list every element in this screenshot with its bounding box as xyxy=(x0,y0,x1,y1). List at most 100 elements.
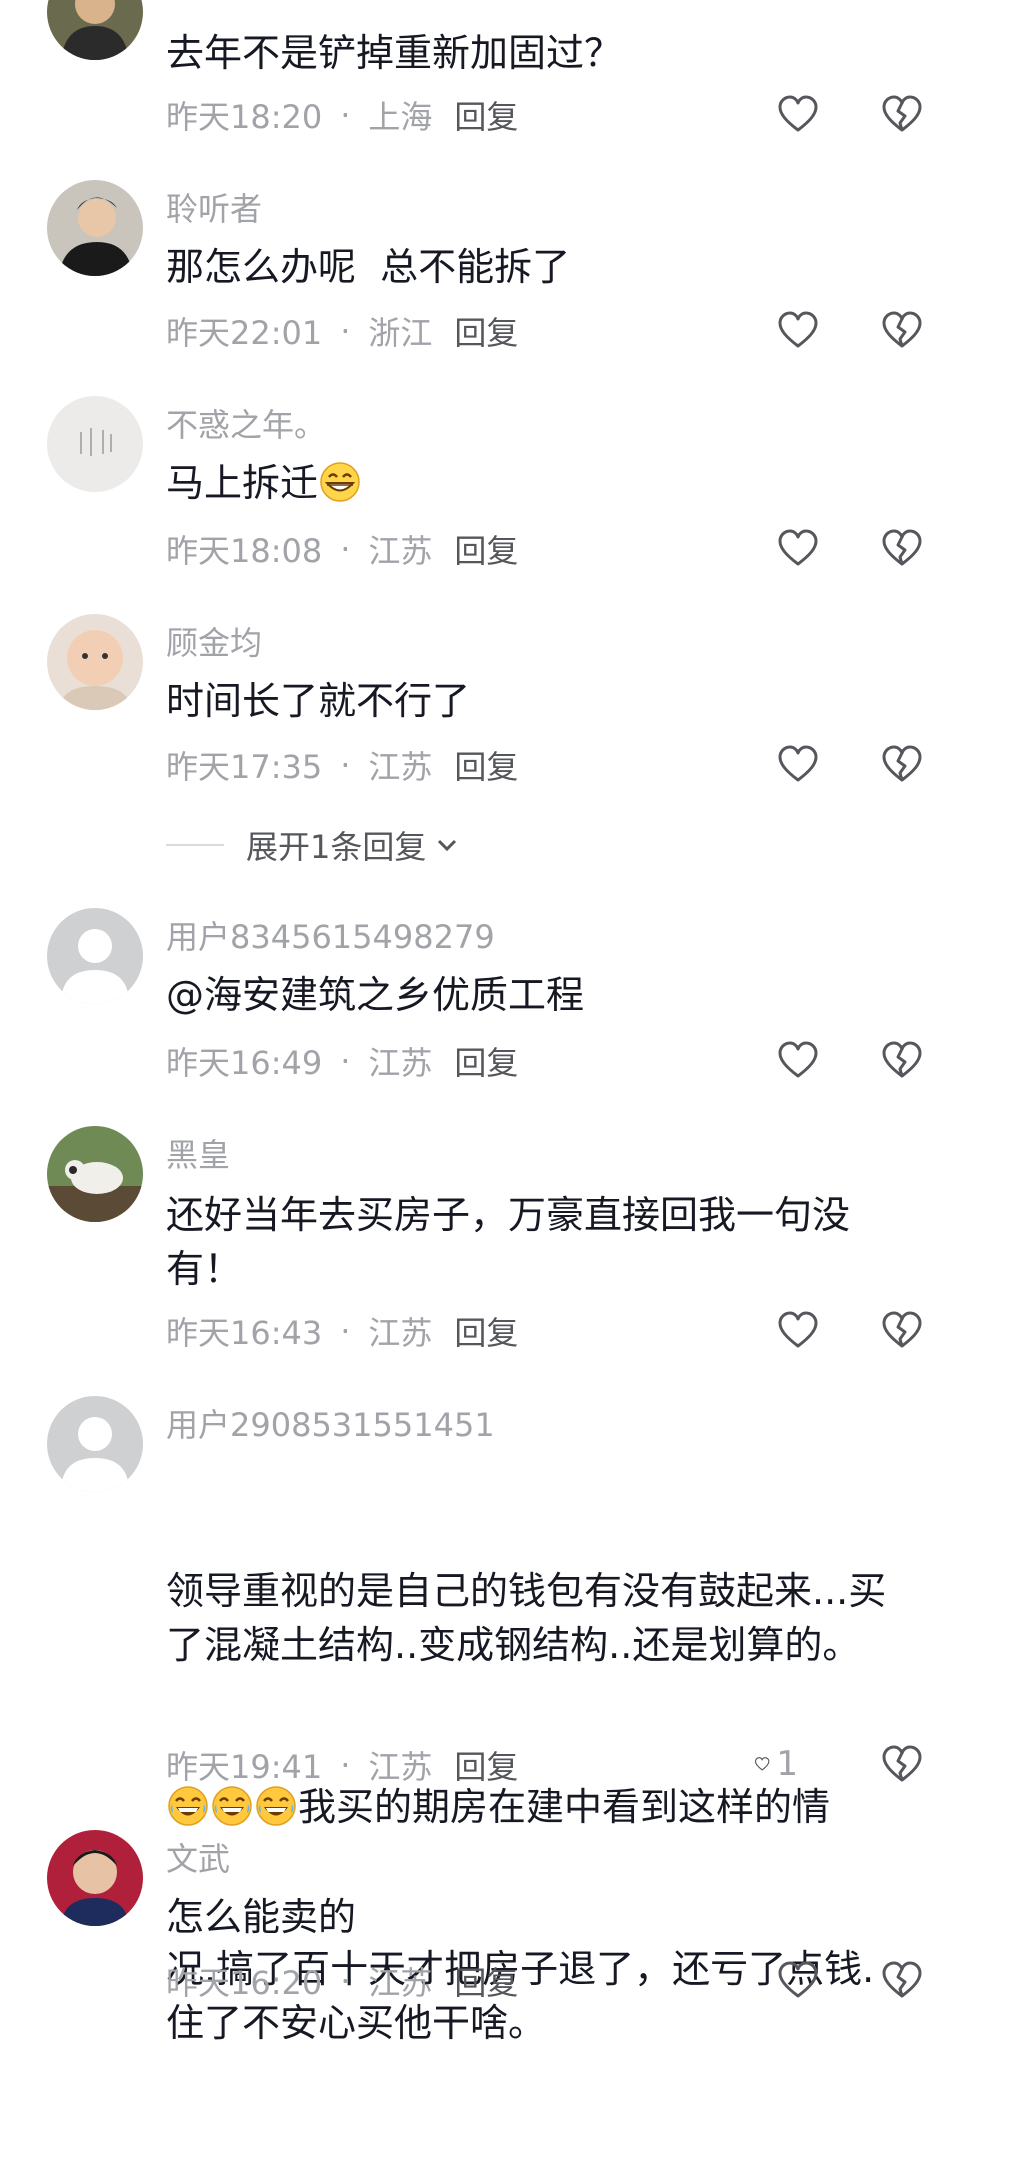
comment-location: 江苏 xyxy=(368,748,433,786)
broken-heart-icon xyxy=(880,1308,924,1352)
separator: · xyxy=(340,96,351,134)
like-button[interactable] xyxy=(776,1038,820,1082)
reply-button[interactable]: 回复 xyxy=(454,1958,518,2004)
comment-username[interactable]: 不惑之年。 xyxy=(166,400,326,446)
comment-location: 上海 xyxy=(368,98,433,136)
reply-button[interactable]: 回复 xyxy=(454,308,518,354)
reply-button[interactable]: 回复 xyxy=(454,526,518,572)
avatar[interactable] xyxy=(47,180,143,276)
comment-text-inline: 我买的期房在建中看到这样的情 xyxy=(298,1785,831,1829)
expand-replies-button[interactable]: 展开1条回复 xyxy=(166,822,462,868)
comment-location: 江苏 xyxy=(368,1748,433,1786)
broken-heart-icon xyxy=(880,308,924,352)
chevron-down-icon xyxy=(438,839,457,852)
broken-heart-icon xyxy=(880,1958,924,2002)
reply-button[interactable]: 回复 xyxy=(454,1742,518,1788)
comment-meta: 昨天22:01 · 浙江 回复 xyxy=(166,308,518,354)
dislike-button[interactable] xyxy=(880,526,924,570)
heart-outline-icon xyxy=(776,1958,820,2002)
heart-outline-icon xyxy=(776,742,820,786)
comment-text: 去年不是铲掉重新加固过？ xyxy=(166,31,623,75)
comment-username[interactable]: 聆听者 xyxy=(166,184,262,230)
comment-meta: 昨天18:08 · 江苏 回复 xyxy=(166,526,518,572)
avatar[interactable] xyxy=(47,1126,143,1222)
comment-meta: 昨天16:49 · 江苏 回复 xyxy=(166,1038,518,1084)
dislike-button[interactable] xyxy=(880,1958,924,2002)
comment-time: 昨天19:41 xyxy=(166,1748,323,1786)
comment-text: @海安建筑之乡优质工程 xyxy=(166,973,585,1017)
comment-text: 领导重视的是自己的钱包有没有鼓起来...买 了混凝土结构..变成钢结构..还是划… xyxy=(166,1456,906,2158)
laugh-cry-emoji-icon xyxy=(210,1784,254,1828)
comment-time: 昨天18:08 xyxy=(166,532,323,570)
comment-username[interactable]: 顾金均 xyxy=(166,618,262,664)
comment-username[interactable]: 用户8345615498279 xyxy=(166,912,495,958)
avatar[interactable] xyxy=(47,908,143,1004)
comment-text: 怎么能卖的 xyxy=(166,1895,357,1939)
like-button[interactable] xyxy=(776,742,820,786)
reply-button[interactable]: 回复 xyxy=(454,1308,518,1354)
like-button[interactable]: 1 xyxy=(754,1742,798,1786)
broken-heart-icon xyxy=(880,1742,924,1786)
comment-text-part2: 我买的期房在建中看到这样的情 xyxy=(166,1780,906,1834)
comment-time: 昨天16:43 xyxy=(166,1314,323,1352)
comment-text: 那怎么办呢 总不能拆了 xyxy=(166,245,571,289)
heart-outline-icon xyxy=(776,92,820,136)
dislike-button[interactable] xyxy=(880,308,924,352)
comment-time: 昨天18:20 xyxy=(166,98,323,136)
dislike-button[interactable] xyxy=(880,1742,924,1786)
like-button[interactable] xyxy=(776,1958,820,2002)
avatar[interactable] xyxy=(47,0,143,60)
avatar[interactable] xyxy=(47,614,143,710)
like-button[interactable] xyxy=(776,308,820,352)
separator: · xyxy=(340,1962,351,2000)
heart-outline-icon xyxy=(776,1038,820,1082)
comment-meta: 昨天16:43 · 江苏 回复 xyxy=(166,1308,518,1354)
avatar[interactable] xyxy=(47,1830,143,1926)
heart-outline-icon xyxy=(776,526,820,570)
comment-username[interactable]: 黑皇 xyxy=(166,1130,230,1176)
comment-location: 江苏 xyxy=(368,1964,433,2002)
separator: · xyxy=(340,530,351,568)
laugh-cry-emoji-icon xyxy=(254,1784,298,1828)
comment-meta: 昨天18:20 · 上海 回复 xyxy=(166,92,518,138)
comment-meta: 昨天17:35 · 江苏 回复 xyxy=(166,742,518,788)
like-button[interactable] xyxy=(776,526,820,570)
broken-heart-icon xyxy=(880,742,924,786)
like-button[interactable] xyxy=(776,92,820,136)
separator: · xyxy=(340,1746,351,1784)
broken-heart-icon xyxy=(880,1038,924,1082)
reply-button[interactable]: 回复 xyxy=(454,92,518,138)
comment-time: 昨天17:35 xyxy=(166,748,323,786)
grin-emoji-icon xyxy=(318,460,362,504)
comment-text-part1: 领导重视的是自己的钱包有没有鼓起来...买 了混凝土结构..变成钢结构..还是划… xyxy=(166,1569,887,1667)
comment-meta: 昨天16:20 · 江苏 回复 xyxy=(166,1958,518,2004)
comment-time: 昨天16:49 xyxy=(166,1044,323,1082)
avatar[interactable] xyxy=(47,396,143,492)
dislike-button[interactable] xyxy=(880,1308,924,1352)
comment-location: 江苏 xyxy=(368,1044,433,1082)
comment-time: 昨天16:20 xyxy=(166,1964,323,2002)
divider xyxy=(166,844,224,846)
separator: · xyxy=(340,312,351,350)
comment-text: 时间长了就不行了 xyxy=(166,679,471,723)
dislike-button[interactable] xyxy=(880,742,924,786)
avatar[interactable] xyxy=(47,1396,143,1492)
like-button[interactable] xyxy=(776,1308,820,1352)
heart-outline-icon xyxy=(754,1742,770,1786)
comment-time: 昨天22:01 xyxy=(166,314,323,352)
separator: · xyxy=(340,746,351,784)
separator: · xyxy=(340,1312,351,1350)
comment-location: 浙江 xyxy=(368,314,433,352)
reply-button[interactable]: 回复 xyxy=(454,1038,518,1084)
separator: · xyxy=(340,1042,351,1080)
comment-username[interactable]: 用户2908531551451 xyxy=(166,1400,495,1446)
heart-outline-icon xyxy=(776,308,820,352)
broken-heart-icon xyxy=(880,92,924,136)
dislike-button[interactable] xyxy=(880,92,924,136)
reply-button[interactable]: 回复 xyxy=(454,742,518,788)
dislike-button[interactable] xyxy=(880,1038,924,1082)
comment-username[interactable]: 文武 xyxy=(166,1834,230,1880)
heart-outline-icon xyxy=(776,1308,820,1352)
comment-location: 江苏 xyxy=(368,1314,433,1352)
laugh-cry-emoji-icon xyxy=(166,1784,210,1828)
